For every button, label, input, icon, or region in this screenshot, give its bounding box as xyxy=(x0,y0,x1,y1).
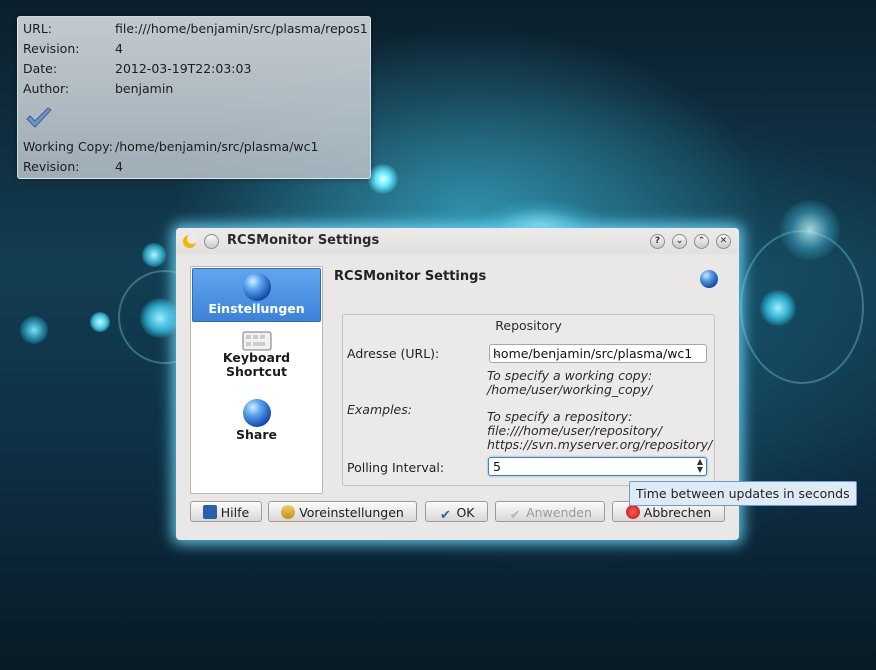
date-label: Date: xyxy=(23,61,58,76)
bubble xyxy=(20,316,48,344)
polling-tooltip: Time between updates in seconds xyxy=(629,481,857,506)
globe-icon xyxy=(700,270,718,288)
globe-icon xyxy=(242,399,271,427)
bubble xyxy=(780,200,840,260)
hint-working-copy-1: To specify a working copy: xyxy=(487,368,653,383)
apply-button-label: Anwenden xyxy=(526,505,592,520)
group-title: Repository xyxy=(495,318,562,333)
page-title: RCSMonitor Settings xyxy=(334,269,487,284)
svn-info-panel: URL: file:///home/benjamin/src/plasma/re… xyxy=(17,16,371,179)
check-icon: ✔ xyxy=(440,508,451,523)
minimize-button[interactable]: ⌄ xyxy=(672,234,687,249)
defaults-button-label: Voreinstellungen xyxy=(299,505,404,520)
settings-sidebar: Einstellungen Keyboard Shortcut Share xyxy=(190,266,323,494)
author-label: Author: xyxy=(23,81,70,96)
hint-repo-3: https://svn.myserver.org/repository/ xyxy=(487,437,713,452)
bubble xyxy=(90,312,110,332)
close-button[interactable]: ✕ xyxy=(716,234,731,249)
revision-label: Revision: xyxy=(23,41,80,56)
spin-arrows-icon[interactable]: ▲ ▼ xyxy=(697,458,703,474)
cancel-button-label: Abbrechen xyxy=(643,505,712,520)
help-button[interactable]: Hilfe xyxy=(190,501,262,522)
polling-value: 5 xyxy=(493,459,501,474)
moon-icon[interactable] xyxy=(182,234,197,249)
url-label: URL: xyxy=(23,21,53,36)
chevron-down-icon[interactable]: ⌄ xyxy=(493,346,703,359)
revision-value: 4 xyxy=(115,41,123,56)
help-title-button[interactable]: ? xyxy=(650,234,665,249)
author-value: benjamin xyxy=(115,81,174,96)
working-copy-label: Working Copy: xyxy=(23,139,113,154)
titlebar[interactable]: RCSMonitor Settings ? ⌄ ⌃ ✕ xyxy=(176,228,739,254)
defaults-button[interactable]: Voreinstellungen xyxy=(268,501,417,522)
sidebar-item-einstellungen[interactable]: Einstellungen xyxy=(192,268,321,322)
reset-icon xyxy=(281,505,296,519)
address-label: Adresse (URL): xyxy=(347,346,440,361)
working-copy-value: /home/benjamin/src/plasma/wc1 xyxy=(115,139,319,154)
sidebar-item-label: Einstellungen xyxy=(208,301,305,316)
apply-button[interactable]: ✔ Anwenden xyxy=(495,501,605,523)
hint-repo-2: file:///home/user/repository/ xyxy=(487,423,662,438)
help-icon xyxy=(202,505,217,519)
help-button-label: Hilfe xyxy=(220,505,250,520)
address-combobox[interactable]: home/benjamin/src/plasma/wc1 ⌄ xyxy=(489,344,707,363)
ok-button-label: OK xyxy=(456,505,475,520)
polling-interval-spinbox[interactable]: 5 ▲ ▼ xyxy=(488,457,707,476)
bubble xyxy=(368,164,398,194)
bubble xyxy=(142,243,166,267)
window-title: RCSMonitor Settings xyxy=(227,233,380,248)
examples-label: Examples: xyxy=(347,402,412,417)
sidebar-item-label: Keyboard Shortcut xyxy=(222,350,291,379)
globe-icon xyxy=(242,273,271,301)
sidebar-item-label: Share xyxy=(236,427,277,442)
sidebar-item-keyboard-shortcut[interactable]: Keyboard Shortcut xyxy=(191,329,322,391)
maximize-button[interactable]: ⌃ xyxy=(694,234,709,249)
wc-revision-label: Revision: xyxy=(23,159,80,174)
bubble xyxy=(140,298,180,338)
check-icon: ✔ xyxy=(509,508,521,523)
ok-button[interactable]: ✔ OK xyxy=(425,501,488,523)
hint-repo-1: To specify a repository: xyxy=(487,409,633,424)
keyboard-icon xyxy=(242,331,271,351)
window-menu-button[interactable] xyxy=(204,234,219,249)
hint-working-copy-2: /home/user/working_copy/ xyxy=(487,382,653,397)
cancel-icon xyxy=(625,505,640,519)
bubble xyxy=(760,290,796,326)
polling-label: Polling Interval: xyxy=(347,460,445,475)
checkmark-icon xyxy=(26,107,52,128)
sidebar-item-share[interactable]: Share xyxy=(191,397,322,449)
url-value: file:///home/benjamin/src/plasma/repos1 xyxy=(115,21,368,36)
wc-revision-value: 4 xyxy=(115,159,123,174)
date-value: 2012-03-19T22:03:03 xyxy=(115,61,252,76)
